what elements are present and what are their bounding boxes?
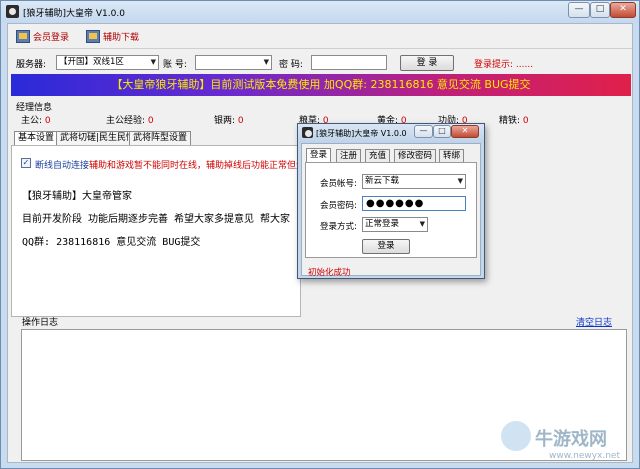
dialog-login-button[interactable]: 登录 <box>362 239 410 254</box>
account-select[interactable]: ▼ <box>195 55 272 70</box>
dialog-mode-label: 登录方式: <box>320 222 357 232</box>
info-exp: 主公经验: 0 <box>106 113 154 126</box>
info-title: 经理信息 <box>16 103 53 113</box>
info-lord: 主公: 0 <box>21 113 51 126</box>
dialog-close-button[interactable]: ✕ <box>451 125 479 138</box>
member-login-icon <box>16 29 30 43</box>
download-icon <box>86 29 100 43</box>
dialog-tab-register[interactable]: 注册 <box>336 149 362 163</box>
server-select[interactable]: 【开国】双线1区 ▼ <box>56 55 159 70</box>
login-button[interactable]: 登 录 <box>400 55 454 71</box>
close-button[interactable]: ✕ <box>610 2 636 18</box>
server-value: 【开国】双线1区 <box>59 57 124 67</box>
info-silver: 银两: 0 <box>214 113 244 126</box>
dialog-status: 初始化成功 <box>308 268 351 278</box>
info-exp-value: 0 <box>147 116 154 126</box>
password-input[interactable] <box>311 55 387 70</box>
assist-download-button[interactable]: 辅助下载 <box>86 28 139 44</box>
chevron-down-icon: ▼ <box>263 58 269 66</box>
auto-reconnect-label: 断线自动连接 <box>35 161 90 171</box>
minimize-button[interactable]: — <box>568 2 590 18</box>
notice-line-2: 目前开发阶段 功能后期逐步完善 希望大家多提意见 帮大家 <box>22 214 291 225</box>
mascot-icon <box>501 421 531 451</box>
promo-banner: 【大皇帝狼牙辅助】目前测试版本免费使用 加QQ群: 238116816 意见交流… <box>11 74 631 96</box>
dialog-app-icon <box>302 127 313 138</box>
dialog-account-value: 新云下载 <box>365 176 400 186</box>
info-silver-label: 银两: <box>214 116 236 126</box>
dialog-body: 登录 注册 充值 修改密码 转绑 会员帐号: 新云下载 ▼ 会员密码: ●●●●… <box>301 143 481 278</box>
tab-formation-settings[interactable]: 武将阵型设置 <box>129 131 192 146</box>
dialog-login-panel: 会员帐号: 新云下载 ▼ 会员密码: ●●●●●● 登录方式: 正常登录 ▼ 登… <box>305 162 477 258</box>
main-window: [狼牙辅助]大皇帝 V1.0.0 — □ ✕ 会员登录 辅助下载 服务器: 【开… <box>0 0 640 469</box>
dialog-password-input[interactable]: ●●●●●● <box>362 196 466 211</box>
login-dialog: [狼牙辅助]大皇帝 V1.0.0 — □ ✕ 登录 注册 充值 修改密码 转绑 … <box>297 123 485 279</box>
dialog-title-bar[interactable]: [狼牙辅助]大皇帝 V1.0.0 — □ ✕ <box>298 124 484 143</box>
chevron-down-icon: ▼ <box>457 177 463 185</box>
tab-basic-settings[interactable]: 基本设置 <box>14 131 59 146</box>
dialog-account-label: 会员帐号: <box>320 179 357 189</box>
dialog-tab-login[interactable]: 登录 <box>306 148 332 163</box>
dialog-minimize-button[interactable]: — <box>414 125 433 138</box>
dialog-tab-rebind[interactable]: 转绑 <box>439 149 465 163</box>
dialog-tab-recharge[interactable]: 充值 <box>365 149 391 163</box>
chevron-down-icon: ▼ <box>419 220 425 228</box>
tab-general-duel[interactable]: 武将切磋|民生民情 <box>56 131 140 146</box>
info-iron-label: 精铁: <box>499 116 521 126</box>
info-silver-value: 0 <box>237 116 244 126</box>
info-iron-value: 0 <box>522 116 529 126</box>
account-label: 账 号: <box>163 60 187 70</box>
dialog-maximize-button[interactable]: □ <box>433 125 451 138</box>
info-lord-value: 0 <box>44 116 51 126</box>
server-label: 服务器: <box>16 60 47 70</box>
notice-line-1: 【狼牙辅助】大皇帝管家 <box>22 191 132 202</box>
info-lord-label: 主公: <box>21 116 43 126</box>
title-bar[interactable]: [狼牙辅助]大皇帝 V1.0.0 — □ ✕ <box>1 1 639 23</box>
chevron-down-icon: ▼ <box>150 58 156 66</box>
app-icon <box>6 5 19 18</box>
dialog-title: [狼牙辅助]大皇帝 V1.0.0 <box>316 129 407 138</box>
maximize-button[interactable]: □ <box>590 2 610 18</box>
member-login-label: 会员登录 <box>33 32 70 43</box>
dialog-password-label: 会员密码: <box>320 201 357 211</box>
watermark-brand: 牛游戏网 <box>535 429 607 450</box>
toolbar-divider <box>8 48 632 49</box>
member-login-button[interactable]: 会员登录 <box>16 28 69 44</box>
assist-download-label: 辅助下载 <box>103 32 140 43</box>
watermark-logo: 牛游戏网 www.newyx.net <box>501 419 640 469</box>
dialog-mode-select[interactable]: 正常登录 ▼ <box>362 217 428 232</box>
dialog-mode-value: 正常登录 <box>365 219 400 229</box>
login-hint: 登录提示: ...... <box>474 60 534 70</box>
clear-log-link[interactable]: 清空日志 <box>576 315 612 328</box>
log-title: 操作日志 <box>22 318 59 328</box>
info-iron: 精铁: 0 <box>499 113 529 126</box>
dialog-account-select[interactable]: 新云下载 ▼ <box>362 174 466 189</box>
info-exp-label: 主公经验: <box>106 116 146 126</box>
dialog-tab-change-password[interactable]: 修改密码 <box>394 149 437 163</box>
password-label: 密 码: <box>279 60 303 70</box>
watermark-url: www.newyx.net <box>549 451 621 461</box>
auto-reconnect-note: 辅助和游戏暂不能同时在线，辅助掉线后功能正常但无法显示 <box>89 161 297 171</box>
window-title: [狼牙辅助]大皇帝 V1.0.0 <box>23 9 125 19</box>
auto-reconnect-checkbox[interactable]: ✓ <box>21 158 31 168</box>
notice-line-3: QQ群: 238116816 意见交流 BUG提交 <box>22 237 201 248</box>
